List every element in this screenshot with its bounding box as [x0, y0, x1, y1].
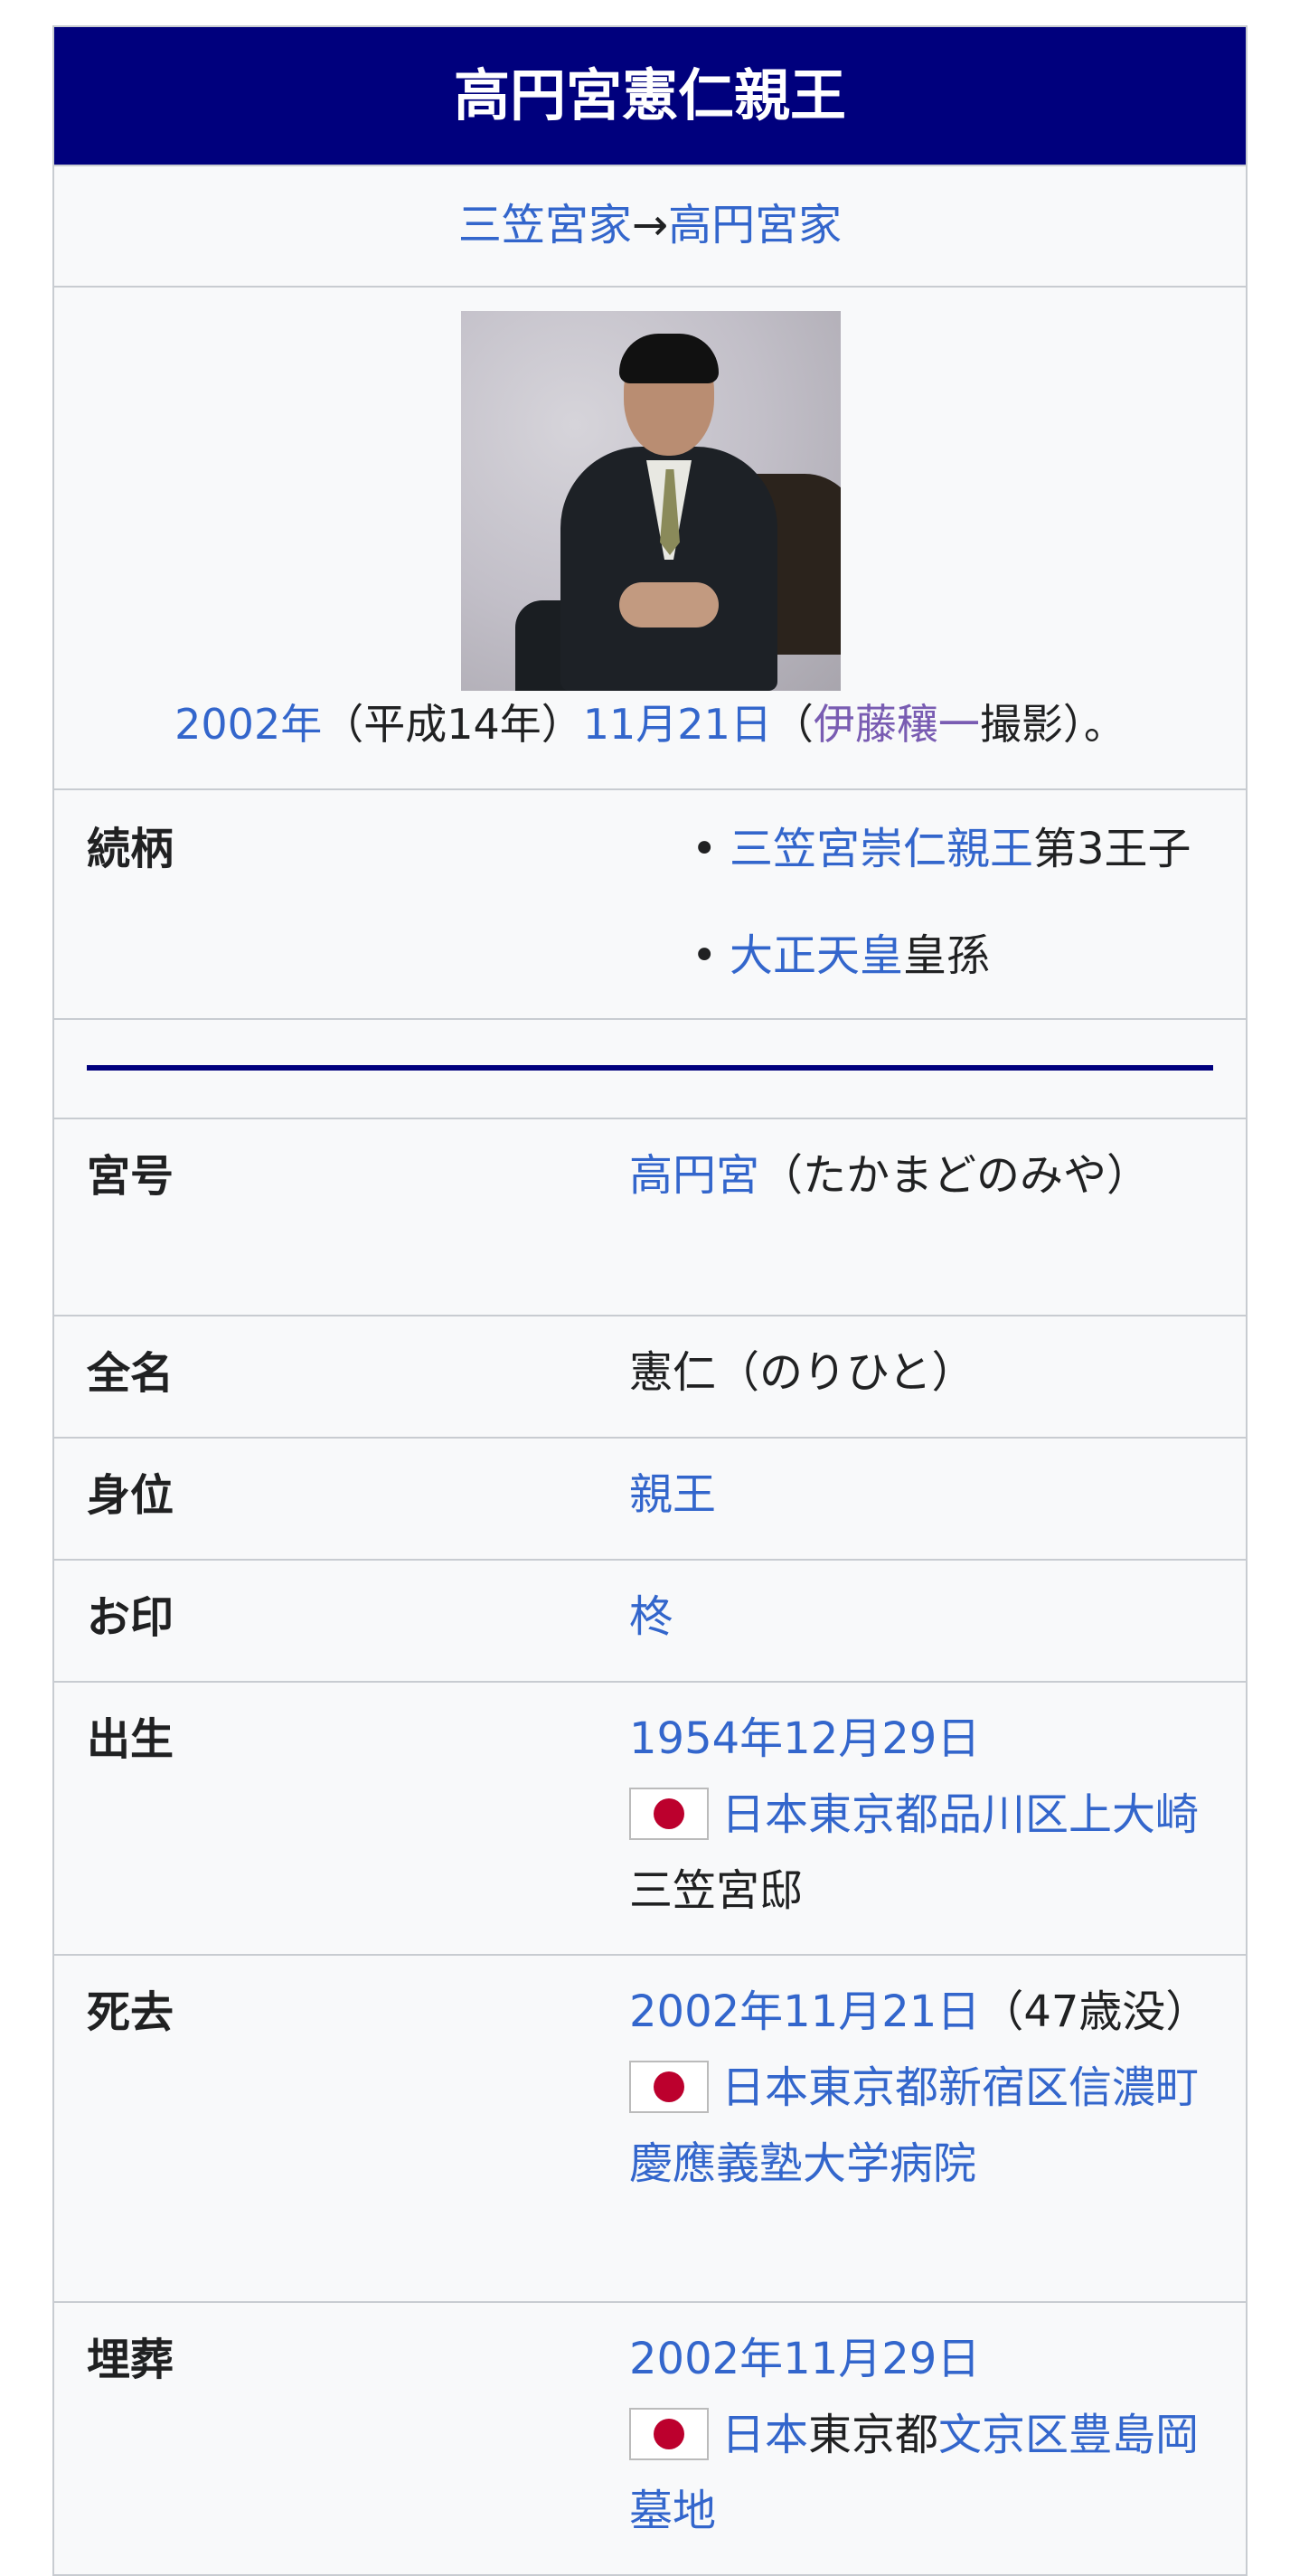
- japan-flag-icon[interactable]: [629, 2408, 709, 2460]
- death-label: 死去: [87, 1987, 174, 2038]
- lineage-item: • 大正天皇皇孫: [692, 924, 1246, 987]
- miyago-row: 宮号 高円宮（たかまどのみや）: [54, 1118, 1246, 1315]
- lineage-grandfather-link[interactable]: 大正天皇: [730, 930, 903, 981]
- lineage-list: • 三笠宮崇仁親王第3王子 • 大正天皇皇孫: [692, 790, 1246, 987]
- house-arrow: →: [631, 200, 669, 250]
- caption-photographer-link[interactable]: 伊藤穰一: [814, 700, 980, 749]
- mii-label: 身位: [87, 1470, 174, 1521]
- house-from-link[interactable]: 三笠宮家: [458, 200, 632, 250]
- section-divider: [87, 1065, 1213, 1071]
- lineage-father-link[interactable]: 三笠宮崇仁親王: [730, 824, 1033, 874]
- zenmei-row: 全名 憲仁（のりひと）: [54, 1315, 1246, 1437]
- section-divider-row: [54, 1018, 1246, 1118]
- birth-place-link[interactable]: 日本東京都品川区上大崎: [721, 1789, 1199, 1840]
- lineage-item-text: 皇孫: [903, 930, 991, 981]
- miyago-label: 宮号: [87, 1151, 174, 1202]
- burial-value: 2002年11月29日 日本東京都文京区豊島岡墓地: [629, 2303, 1246, 2574]
- caption-open: （: [771, 700, 814, 749]
- birth-place-text: 三笠宮邸: [629, 1865, 804, 1916]
- birth-row: 出生 1954年12月29日 日本東京都品川区上大崎三笠宮邸: [54, 1681, 1246, 1954]
- infobox-title: 高円宮憲仁親王: [54, 27, 1246, 165]
- birth-date-link[interactable]: 1954年12月29日: [629, 1713, 980, 1764]
- death-date-link[interactable]: 2002年11月21日: [629, 1986, 980, 2037]
- birth-label: 出生: [87, 1714, 174, 1765]
- death-value: 2002年11月21日（47歳没） 日本東京都新宿区信濃町慶應義塾大学病院: [629, 1956, 1246, 2301]
- photo-row: 2002年（平成14年）11月21日（伊藤穰一撮影）。: [54, 286, 1246, 788]
- miyago-text: （たかまどのみや）: [759, 1150, 1151, 1201]
- infobox: 高円宮憲仁親王 三笠宮家→高円宮家 2002年（平成14年）11月21日（伊藤穰…: [52, 25, 1248, 2576]
- burial-place-text: 東京都: [808, 2410, 939, 2460]
- portrait-photo[interactable]: [461, 311, 841, 691]
- mii-link[interactable]: 親王: [629, 1469, 716, 1520]
- miyago-value: 高円宮（たかまどのみや）: [629, 1119, 1246, 1315]
- zenmei-label: 全名: [87, 1348, 174, 1399]
- bullet: •: [692, 930, 718, 981]
- oshirushi-label: お印: [87, 1592, 174, 1643]
- oshirushi-value: 柊: [629, 1561, 1246, 1681]
- burial-row: 埋葬 2002年11月29日 日本東京都文京区豊島岡墓地: [54, 2301, 1246, 2574]
- lineage-row: 続柄 • 三笠宮崇仁親王第3王子 • 大正天皇皇孫: [54, 788, 1246, 1018]
- caption-era: （平成14年）: [322, 700, 583, 749]
- zenmei-value: 憲仁（のりひと）: [629, 1347, 975, 1398]
- mii-value: 親王: [629, 1439, 1246, 1559]
- death-age: （47歳没）: [980, 1986, 1210, 2037]
- birth-value: 1954年12月29日 日本東京都品川区上大崎三笠宮邸: [629, 1683, 1246, 1954]
- caption-tail: 撮影）。: [979, 700, 1125, 749]
- burial-country-link[interactable]: 日本: [721, 2410, 808, 2460]
- lineage-item-text: 第3王子: [1033, 824, 1191, 874]
- caption-date-link[interactable]: 11月21日: [583, 700, 772, 749]
- oshirushi-row: お印 柊: [54, 1559, 1246, 1681]
- lineage-item: • 三笠宮崇仁親王第3王子: [692, 817, 1246, 881]
- oshirushi-link[interactable]: 柊: [629, 1591, 673, 1642]
- mii-row: 身位 親王: [54, 1437, 1246, 1559]
- death-place-link[interactable]: 日本東京都新宿区信濃町慶應義塾大学病院: [629, 2062, 1199, 2189]
- bullet: •: [692, 824, 718, 874]
- miyago-link[interactable]: 高円宮: [629, 1150, 759, 1201]
- japan-flag-icon[interactable]: [629, 2061, 709, 2113]
- photo-caption: 2002年（平成14年）11月21日（伊藤穰一撮影）。: [54, 693, 1246, 756]
- house-row: 三笠宮家→高円宮家: [54, 165, 1246, 286]
- burial-date-link[interactable]: 2002年11月29日: [629, 2334, 980, 2384]
- caption-year-link[interactable]: 2002年: [174, 700, 322, 749]
- burial-label: 埋葬: [87, 2335, 174, 2385]
- japan-flag-icon[interactable]: [629, 1788, 709, 1840]
- death-row: 死去 2002年11月21日（47歳没） 日本東京都新宿区信濃町慶應義塾大学病院: [54, 1954, 1246, 2301]
- house-to-link[interactable]: 高円宮家: [668, 200, 842, 250]
- lineage-label: 続柄: [87, 824, 174, 874]
